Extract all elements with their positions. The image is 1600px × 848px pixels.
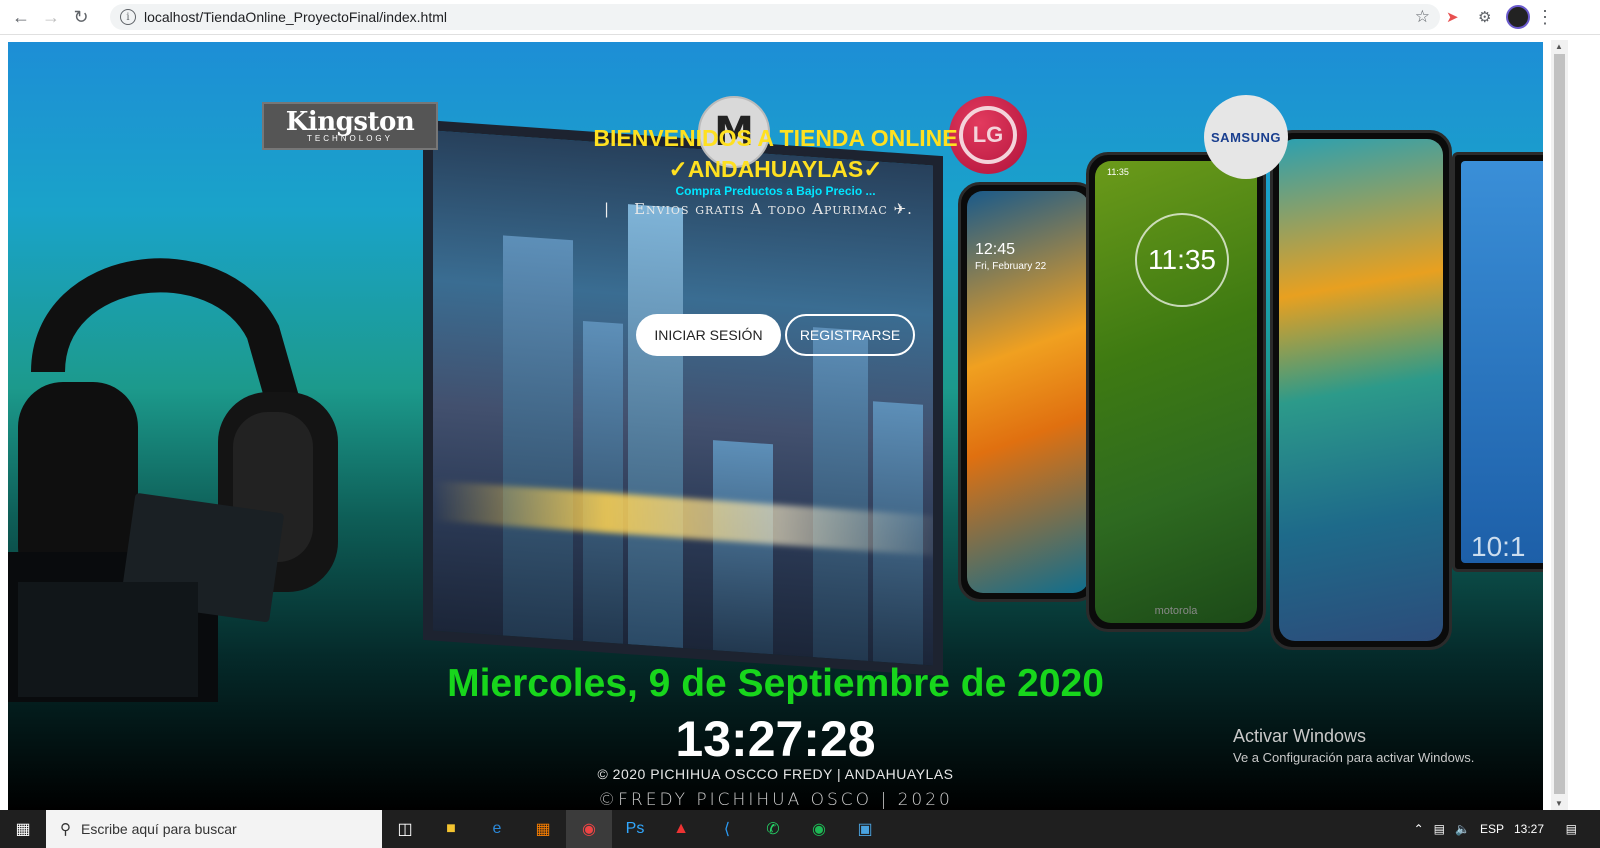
shipping-banner: | Envios gratis A todo Apurimac ✈. [604,200,913,218]
tray-chevron-icon[interactable]: ⌃ [1414,822,1424,836]
welcome-location: ✓ANDAHUAYLAS✓ [668,156,883,182]
search-icon: ⚲ [60,821,71,838]
address-bar[interactable]: i localhost/TiendaOnline_ProyectoFinal/i… [110,4,1440,30]
copyright-text: © 2020 PICHIHUA OSCCO FREDY | ANDAHUAYLA… [597,766,954,782]
welcome-title: BIENVENIDOS A TIENDA ONLINE [593,125,958,151]
page-hero: 12:45 Fri, February 22 11:35 11:35 motor… [8,42,1543,810]
avatar [1506,5,1530,29]
language-indicator[interactable]: ESP [1480,822,1504,836]
site-info-icon[interactable]: i [120,9,136,25]
scroll-down-icon[interactable]: ▼ [1555,799,1563,808]
menu-kebab-icon[interactable]: ⋮ [1536,6,1554,28]
building [503,235,573,641]
activation-title: Activar Windows [1233,726,1367,746]
login-button[interactable]: INICIAR SESIÓN [636,314,781,356]
windows-start-icon[interactable]: ▦ [0,810,46,848]
phone-time: 10:1 [1471,531,1526,562]
activation-message: Ve a Configuración para activar Windows. [1233,750,1475,765]
whatsapp-icon[interactable]: ✆ [750,810,796,848]
url-text: localhost/TiendaOnline_ProyectoFinal/ind… [144,9,447,25]
phone-clock: 11:35 [1148,244,1216,275]
taskbar-clock[interactable]: 13:27 [1514,822,1544,836]
phone-time: 12:45 [975,241,1016,258]
phone-brand: motorola [1154,605,1198,617]
building [713,440,773,655]
volume-icon[interactable]: 🔈 [1455,822,1470,836]
phone-screen [1279,139,1443,641]
taskbar-search-input[interactable]: ⚲ Escribe aquí para buscar [46,810,382,848]
shipping-text: Envios gratis A todo Apurimac ✈. [634,200,913,218]
edge-icon[interactable]: e [474,810,520,848]
author-signature: ©FREDY PICHIHUA OSCO | 2020 [598,790,953,810]
hero-subtitle: Compra Preductos a Bajo Precio ... [675,184,876,198]
phone-right: 10:1 [1452,152,1543,572]
spotify-icon[interactable]: ◉ [796,810,842,848]
windows-taskbar: ▦ ⚲ Escribe aquí para buscar ◫ ■ e ▦ ◉ P… [0,810,1600,848]
page-scrollbar[interactable]: ▲ ▼ [1551,40,1568,810]
typing-cursor: | [604,200,611,218]
phone-huawei [1270,130,1452,650]
phone-clock-ring: 11:35 [1135,213,1229,307]
extension-icon[interactable]: ➤ [1446,6,1459,28]
phone-date: Fri, February 22 [975,261,1047,272]
headset-image [8,258,338,702]
reload-button[interactable]: ↻ [66,2,96,32]
register-button[interactable]: REGISTRARSE [785,314,915,356]
windows-activation-watermark: Activar Windows Ve a Configuración para … [1233,726,1474,765]
vscode-icon[interactable]: ⟨ [704,810,750,848]
search-placeholder: Escribe aquí para buscar [81,821,237,837]
photoshop-icon[interactable]: Ps [612,810,658,848]
current-date: Miercoles, 9 de Septiembre de 2020 [447,662,1104,705]
phone-motorola: 11:35 11:35 motorola [1086,152,1266,632]
notifications-icon[interactable]: ▤ [1566,822,1577,836]
forward-button[interactable]: → [36,2,66,32]
app-window-icon[interactable]: ▣ [842,810,888,848]
scroll-up-icon[interactable]: ▲ [1555,42,1563,51]
building [583,321,623,644]
phone-screen: 11:35 11:35 motorola [1095,161,1257,623]
phone-screen: 12:45 Fri, February 22 [967,191,1089,593]
phone-samsung: 12:45 Fri, February 22 [958,182,1098,602]
network-icon[interactable]: ▤ [1434,822,1445,836]
browser-toolbar: ← → ↻ i localhost/TiendaOnline_ProyectoF… [0,0,1600,35]
file-explorer-icon[interactable]: ■ [428,810,474,848]
back-button[interactable]: ← [6,2,36,32]
phone-screen: 10:1 [1461,161,1543,563]
chrome-icon[interactable]: ◉ [566,810,612,848]
xampp-icon[interactable]: ▦ [520,810,566,848]
bookmark-star-icon[interactable]: ☆ [1415,7,1430,27]
profile-avatar[interactable] [1506,5,1530,29]
extensions-puzzle-icon[interactable]: ⚙ [1478,6,1491,28]
system-tray: ⌃ ▤ 🔈 ESP 13:27 ▤ [1409,810,1600,848]
app-icon[interactable]: ▲ [658,810,704,848]
task-view-icon[interactable]: ◫ [382,810,428,848]
building [813,327,868,661]
scroll-thumb[interactable] [1554,54,1565,794]
building [628,204,683,648]
